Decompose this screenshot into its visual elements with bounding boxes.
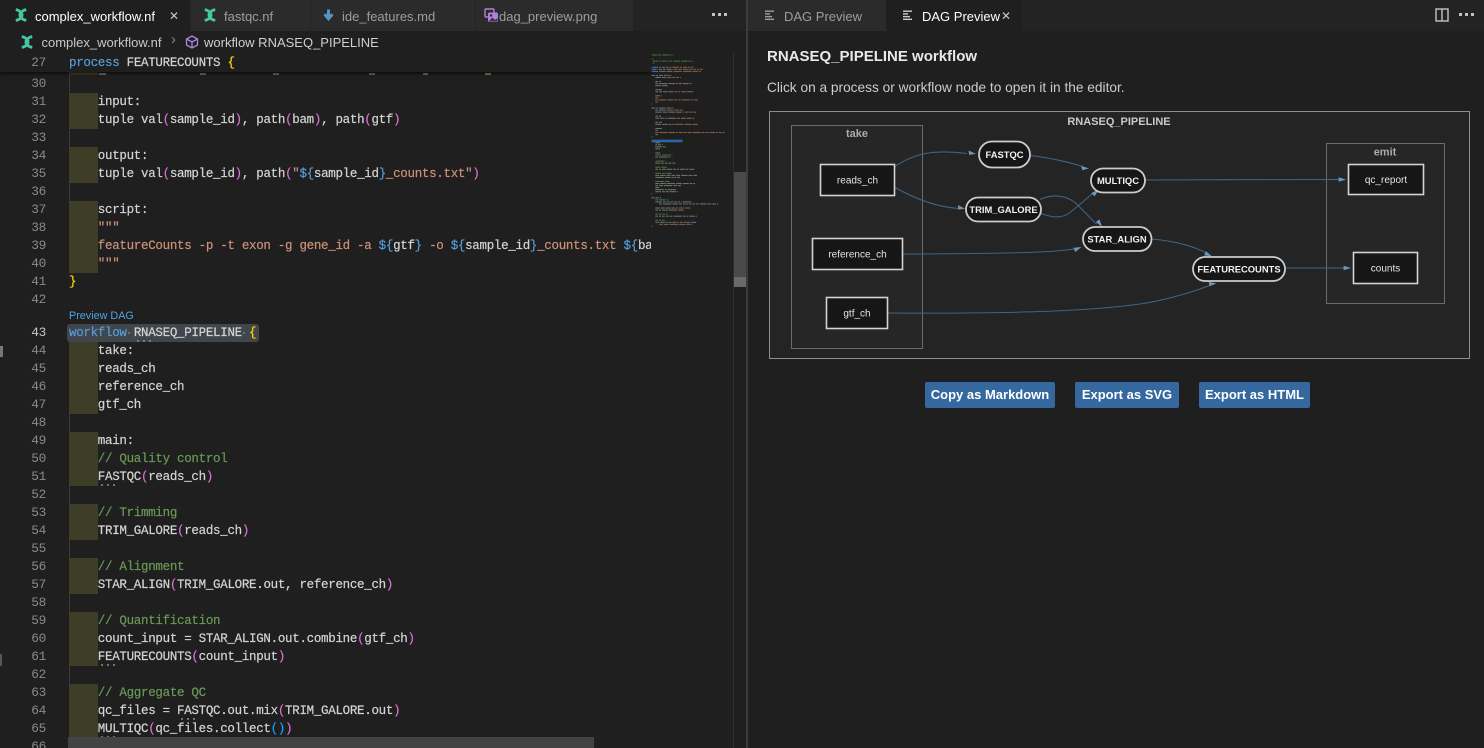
- svg-text:reads_ch: reads_ch: [837, 176, 878, 187]
- svg-text:gtf_ch: gtf_ch: [843, 309, 870, 320]
- svg-text:emit: emit: [1374, 147, 1397, 159]
- svg-text:FASTQC: FASTQC: [985, 149, 1023, 160]
- svg-text:FEATURECOUNTS: FEATURECOUNTS: [1197, 264, 1280, 275]
- svg-text:TRIM_GALORE: TRIM_GALORE: [969, 204, 1037, 215]
- svg-text:reference_ch: reference_ch: [828, 250, 886, 261]
- svg-text:RNASEQ_PIPELINE: RNASEQ_PIPELINE: [1067, 116, 1170, 128]
- svg-text:counts: counts: [1371, 264, 1400, 275]
- svg-text:take: take: [846, 128, 868, 140]
- svg-text:MULTIQC: MULTIQC: [1097, 175, 1139, 186]
- svg-text:qc_report: qc_report: [1365, 175, 1407, 186]
- svg-text:STAR_ALIGN: STAR_ALIGN: [1087, 234, 1146, 245]
